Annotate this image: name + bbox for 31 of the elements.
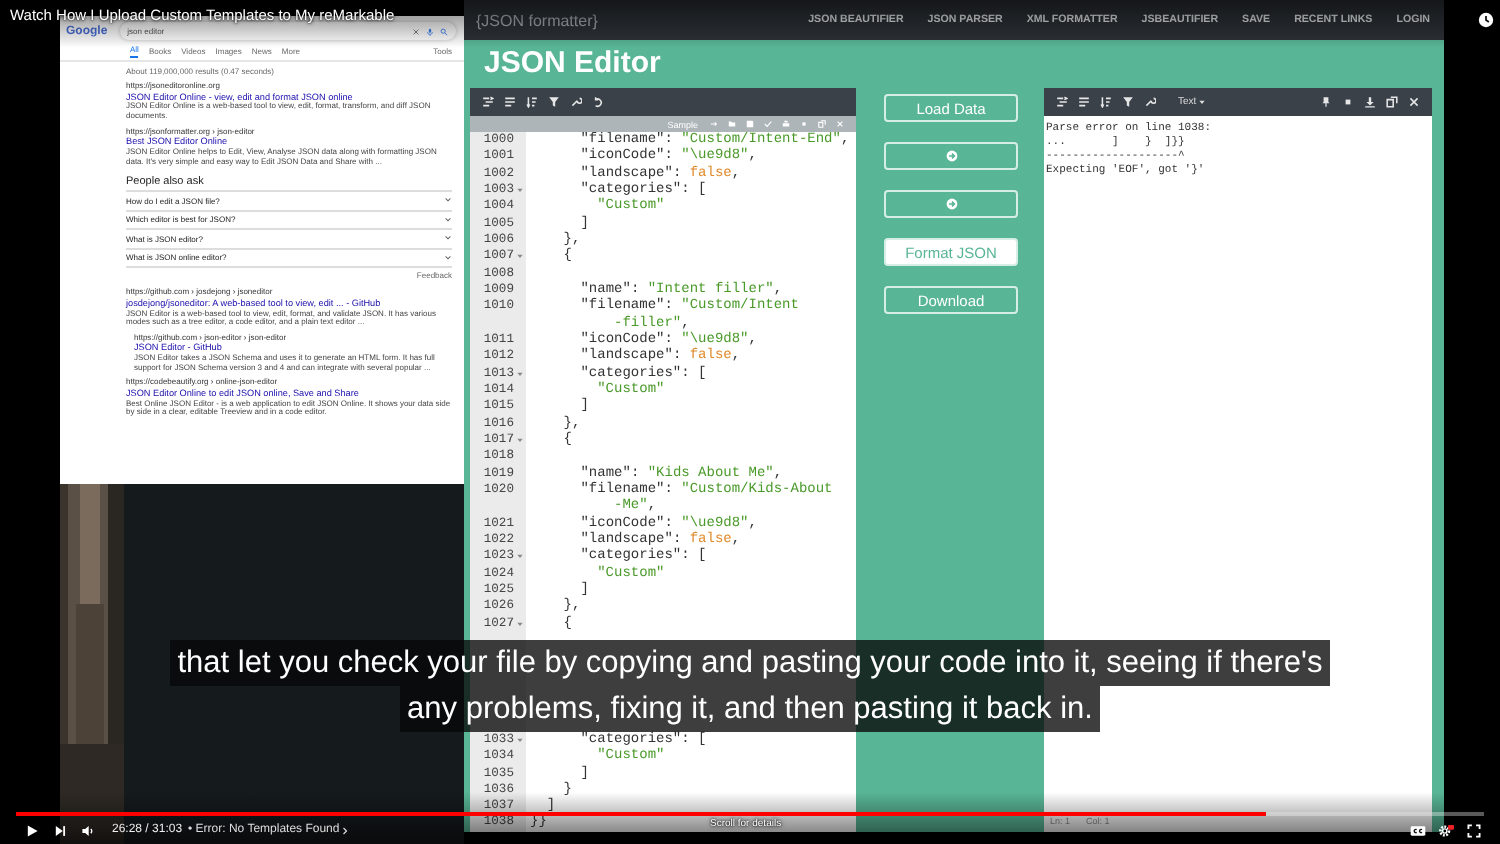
captions-icon[interactable]: [1410, 823, 1426, 837]
search-icon[interactable]: [440, 27, 448, 35]
download-icon[interactable]: [1364, 96, 1376, 108]
sort-icon[interactable]: [1100, 96, 1112, 108]
page-heading: JSON Editor: [482, 44, 663, 84]
clock-icon[interactable]: [1478, 12, 1494, 28]
fullscreen-icon[interactable]: [1466, 823, 1482, 837]
volume-icon[interactable]: [80, 823, 96, 837]
check-icon[interactable]: [764, 120, 772, 128]
next-icon[interactable]: [52, 823, 68, 837]
lines-icon[interactable]: [504, 96, 516, 108]
format-icon[interactable]: [1056, 96, 1068, 108]
sort-icon[interactable]: [526, 96, 538, 108]
close-icon[interactable]: [412, 27, 420, 35]
undo-icon[interactable]: [592, 96, 604, 108]
settings-icon[interactable]: [1438, 823, 1454, 837]
play-icon[interactable]: [24, 823, 40, 837]
site-logo[interactable]: {JSON formatter}: [476, 11, 598, 29]
microphone-icon[interactable]: [426, 27, 434, 35]
lines-icon[interactable]: [1078, 96, 1090, 108]
wrench-icon[interactable]: [570, 96, 582, 108]
pin-icon[interactable]: [1320, 96, 1332, 108]
circle-arrow-icon: [945, 198, 957, 210]
filter-icon[interactable]: [548, 96, 560, 108]
chevron-icon[interactable]: [341, 825, 348, 835]
wrench-icon[interactable]: [1144, 96, 1156, 108]
copy-icon[interactable]: [1386, 96, 1398, 108]
filter-icon[interactable]: [1122, 96, 1134, 108]
format-icon[interactable]: [482, 96, 494, 108]
circle-arrow-icon: [945, 150, 957, 162]
fold-icon[interactable]: [516, 736, 524, 744]
